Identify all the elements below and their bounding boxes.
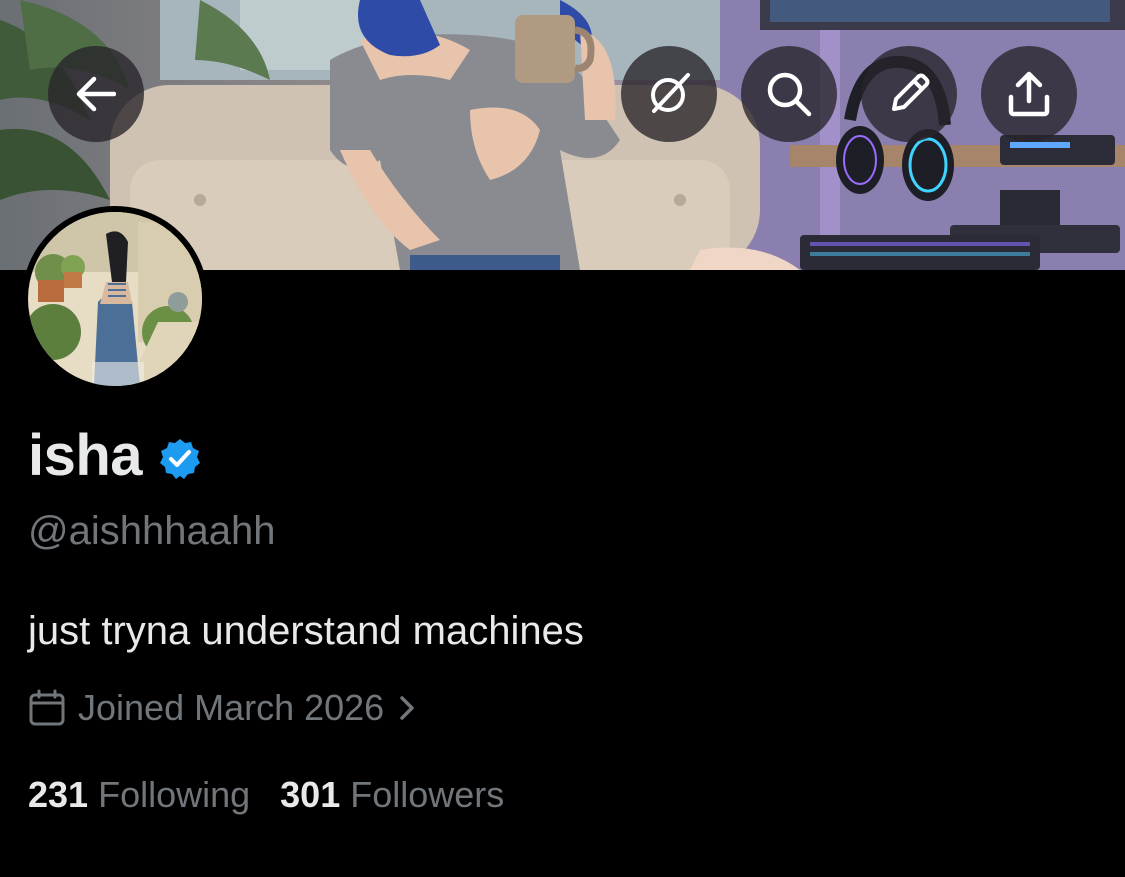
grok-icon xyxy=(651,73,690,113)
back-button[interactable] xyxy=(48,46,144,142)
edit-button[interactable] xyxy=(861,46,957,142)
profile-bio: just tryna understand machines xyxy=(28,609,584,653)
profile-page: isha @aishhhaahh just tryna understand m… xyxy=(0,0,1125,877)
followers-count: 301 xyxy=(280,774,341,815)
following-stat[interactable]: 231 Following xyxy=(28,770,250,820)
share-icon xyxy=(1008,71,1050,117)
joined-date-row[interactable]: Joined March 2026 xyxy=(28,684,416,732)
search-icon xyxy=(767,72,812,117)
chevron-right-icon xyxy=(400,696,414,720)
calendar-icon xyxy=(29,689,65,726)
verified-badge-icon[interactable] xyxy=(158,437,202,481)
name-row: isha xyxy=(28,420,202,492)
followers-label: Followers xyxy=(350,774,505,815)
display-name: isha xyxy=(28,423,143,488)
share-button[interactable] xyxy=(981,46,1077,142)
following-label: Following xyxy=(98,774,251,815)
arrow-left-icon xyxy=(76,76,116,112)
user-handle: @aishhhaahh xyxy=(28,509,276,553)
avatar-image xyxy=(28,212,202,386)
joined-date: Joined March 2026 xyxy=(78,687,385,728)
grok-button[interactable] xyxy=(621,46,717,142)
following-count: 231 xyxy=(28,774,89,815)
followers-stat[interactable]: 301 Followers xyxy=(280,770,504,820)
search-button[interactable] xyxy=(741,46,837,142)
avatar[interactable] xyxy=(22,206,208,392)
follow-stats: 231 Following 301 Followers xyxy=(28,770,504,820)
pencil-icon xyxy=(892,73,930,111)
